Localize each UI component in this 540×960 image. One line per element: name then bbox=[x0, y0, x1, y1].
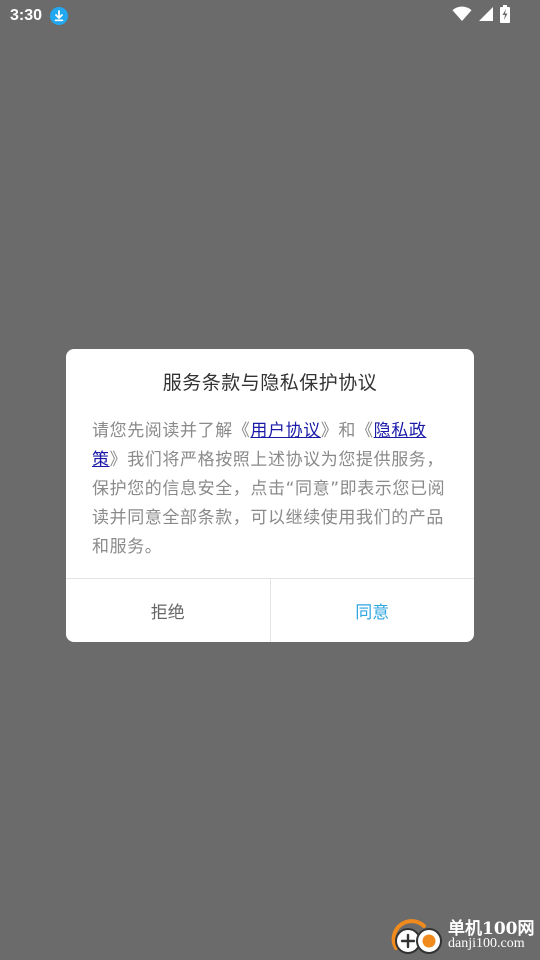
body-text-part2: 》和《 bbox=[320, 421, 374, 441]
body-text-part3: 》我们将严格按照上述协议为您提供服务，保护您的信息安全，点击“同意”即表示您已阅… bbox=[92, 450, 446, 557]
dialog-footer: 拒绝 同意 bbox=[66, 578, 474, 642]
dialog-body: 请您先阅读并了解《用户协议》和《隐私政策》我们将严格按照上述协议为您提供服务，保… bbox=[92, 417, 452, 562]
agree-button[interactable]: 同意 bbox=[271, 579, 475, 642]
status-bar: 3:30 bbox=[0, 0, 540, 32]
status-right bbox=[452, 5, 510, 27]
user-agreement-link[interactable]: 用户协议 bbox=[250, 421, 320, 441]
watermark-domain: danji100.com bbox=[448, 936, 525, 951]
reject-button[interactable]: 拒绝 bbox=[66, 579, 271, 642]
body-text-part1: 请您先阅读并了解《 bbox=[92, 421, 251, 441]
battery-charging-icon bbox=[500, 5, 510, 27]
download-icon bbox=[50, 7, 69, 25]
status-left: 3:30 bbox=[10, 7, 69, 25]
terms-privacy-dialog: 服务条款与隐私保护协议 请您先阅读并了解《用户协议》和《隐私政策》我们将严格按照… bbox=[66, 349, 474, 642]
watermark: 单机100网 danji100.com bbox=[386, 912, 536, 958]
watermark-logo-icon bbox=[391, 919, 442, 954]
status-time: 3:30 bbox=[10, 7, 43, 24]
signal-icon bbox=[478, 6, 494, 26]
dialog-title: 服务条款与隐私保护协议 bbox=[162, 372, 378, 394]
wifi-icon bbox=[452, 6, 472, 26]
